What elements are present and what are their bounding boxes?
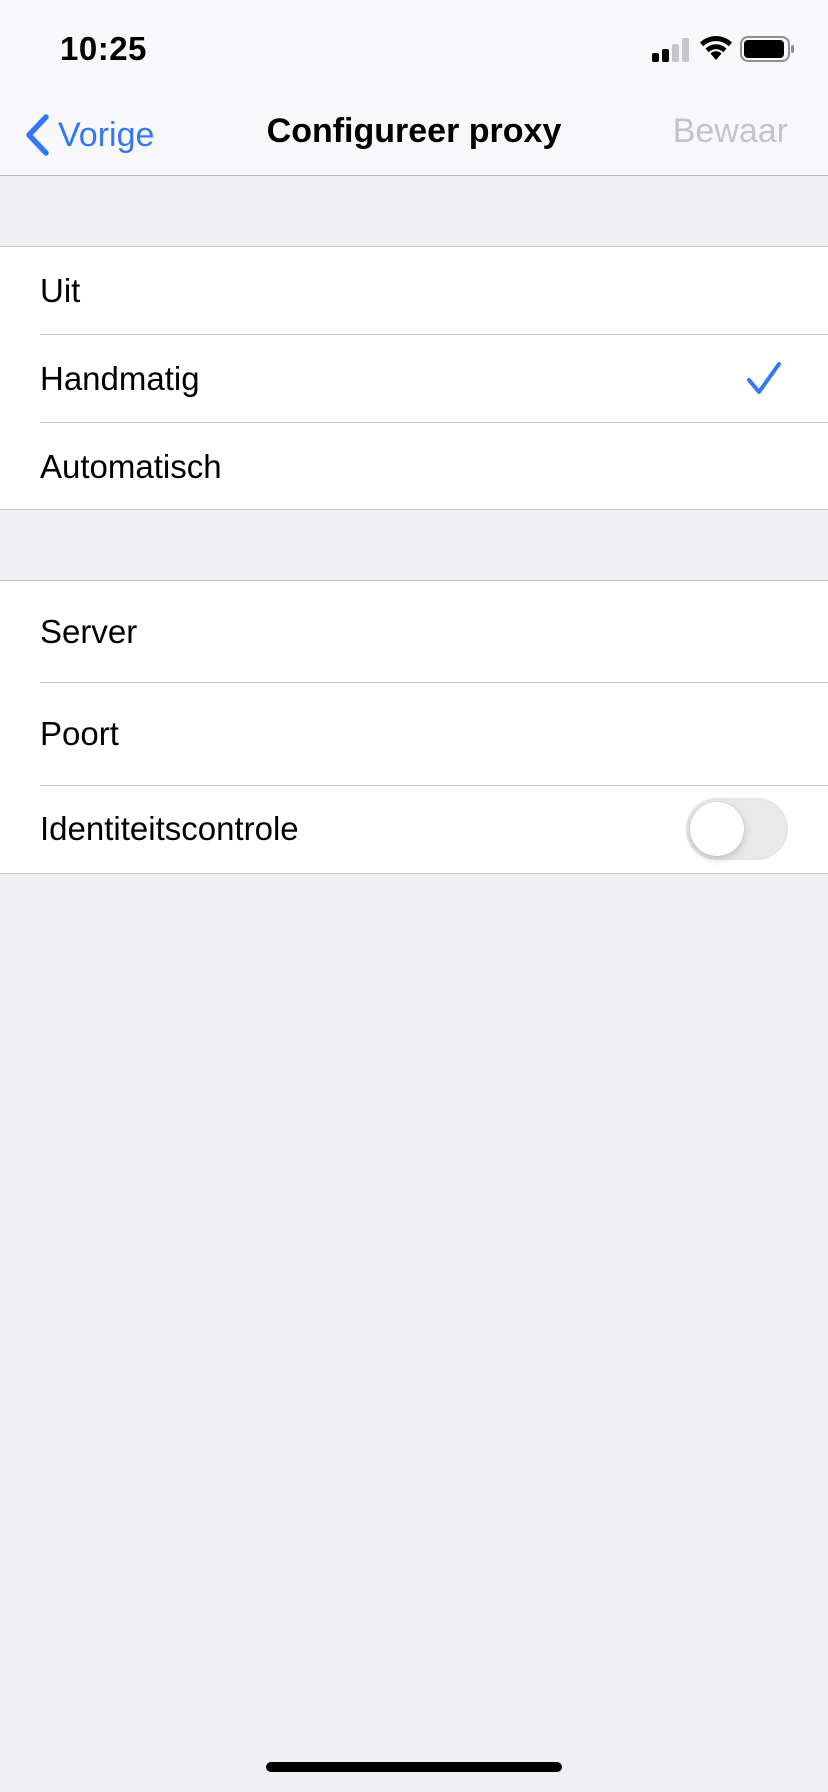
status-bar: 10:25 <box>0 0 828 94</box>
save-button[interactable]: Bewaar <box>673 112 788 151</box>
cellular-signal-icon <box>652 38 690 62</box>
screen: 10:25 Vorige Configureer proxy Bewaar Ui… <box>0 0 828 1792</box>
option-handmatig-label: Handmatig <box>40 360 200 397</box>
server-label: Server <box>40 613 138 650</box>
auth-toggle[interactable] <box>686 798 788 860</box>
wifi-icon <box>700 36 732 60</box>
port-label: Poort <box>40 715 119 752</box>
option-automatisch[interactable]: Automatisch <box>0 423 828 509</box>
option-uit[interactable]: Uit <box>0 247 828 335</box>
proxy-mode-group: Uit Handmatig Automatisch <box>0 246 828 510</box>
option-automatisch-label: Automatisch <box>40 448 222 485</box>
port-row[interactable]: Poort <box>0 683 828 786</box>
navigation-bar: Vorige Configureer proxy Bewaar <box>0 94 828 176</box>
home-indicator[interactable] <box>266 1762 562 1772</box>
server-row[interactable]: Server <box>0 581 828 683</box>
status-time: 10:25 <box>60 30 147 67</box>
checkmark-icon <box>747 362 781 394</box>
option-uit-label: Uit <box>40 272 81 309</box>
option-handmatig[interactable]: Handmatig <box>0 335 828 423</box>
auth-label: Identiteitscontrole <box>40 810 299 847</box>
auth-row: Identiteitscontrole <box>0 786 828 873</box>
manual-settings-group: Server Poort Identiteitscontrole <box>0 580 828 874</box>
battery-icon <box>740 36 794 62</box>
toggle-knob <box>690 802 744 856</box>
